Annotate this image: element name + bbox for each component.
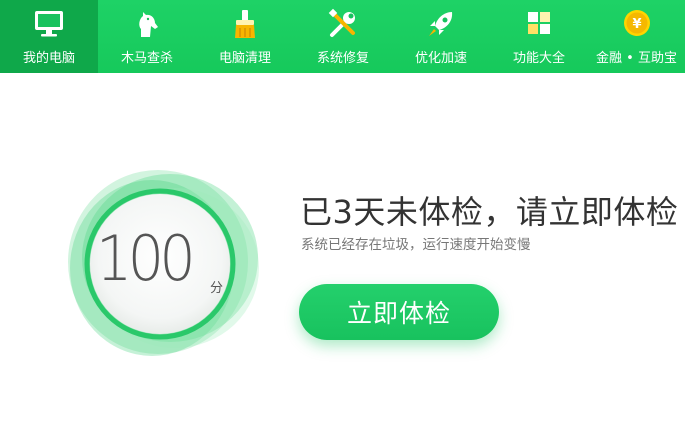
coin-symbol: ¥	[632, 17, 641, 32]
tab-label: 木马查杀	[120, 51, 173, 66]
score-unit: 分	[210, 281, 224, 296]
monitor-icon	[35, 11, 63, 37]
score-value: 100	[96, 222, 196, 295]
tab-label: 金融 • 互助宝	[596, 51, 677, 66]
broom-icon	[235, 10, 255, 38]
rocket-icon	[429, 12, 453, 36]
yuan-coin-icon: ¥	[623, 10, 650, 36]
tab-label: 我的电脑	[22, 51, 75, 66]
status-subline: 系统已经存在垃圾，运行速度开始变慢	[301, 237, 531, 253]
tab-label: 电脑清理	[218, 51, 271, 66]
grid-icon	[528, 12, 550, 34]
horse-icon	[139, 12, 158, 37]
check-now-button[interactable]: 立即体检	[299, 284, 499, 340]
health-score-ring: 100 分	[60, 150, 270, 370]
tab-trojan-scan[interactable]: 木马查杀	[98, 0, 196, 73]
status-headline: 已3天未体检，请立即体检	[300, 193, 679, 231]
tab-label: 优化加速	[414, 51, 467, 66]
tab-pc-cleanup[interactable]: 电脑清理	[196, 0, 294, 73]
tab-optimize-speed[interactable]: 优化加速	[392, 0, 490, 73]
tab-finance-mutual-aid[interactable]: ¥ 金融 • 互助宝	[588, 0, 685, 73]
tab-system-repair[interactable]: 系统修复	[294, 0, 392, 73]
tab-label: 系统修复	[316, 51, 369, 66]
tab-all-features[interactable]: 功能大全	[490, 0, 588, 73]
tab-label: 功能大全	[512, 51, 565, 66]
top-nav-bar: 我的电脑 木马查杀 电脑清理 系统修复 优化加速 功能大全 ¥ 金融 • 互助宝	[0, 0, 685, 73]
tab-my-computer[interactable]: 我的电脑	[0, 0, 98, 73]
wrench-screwdriver-icon	[328, 8, 355, 37]
